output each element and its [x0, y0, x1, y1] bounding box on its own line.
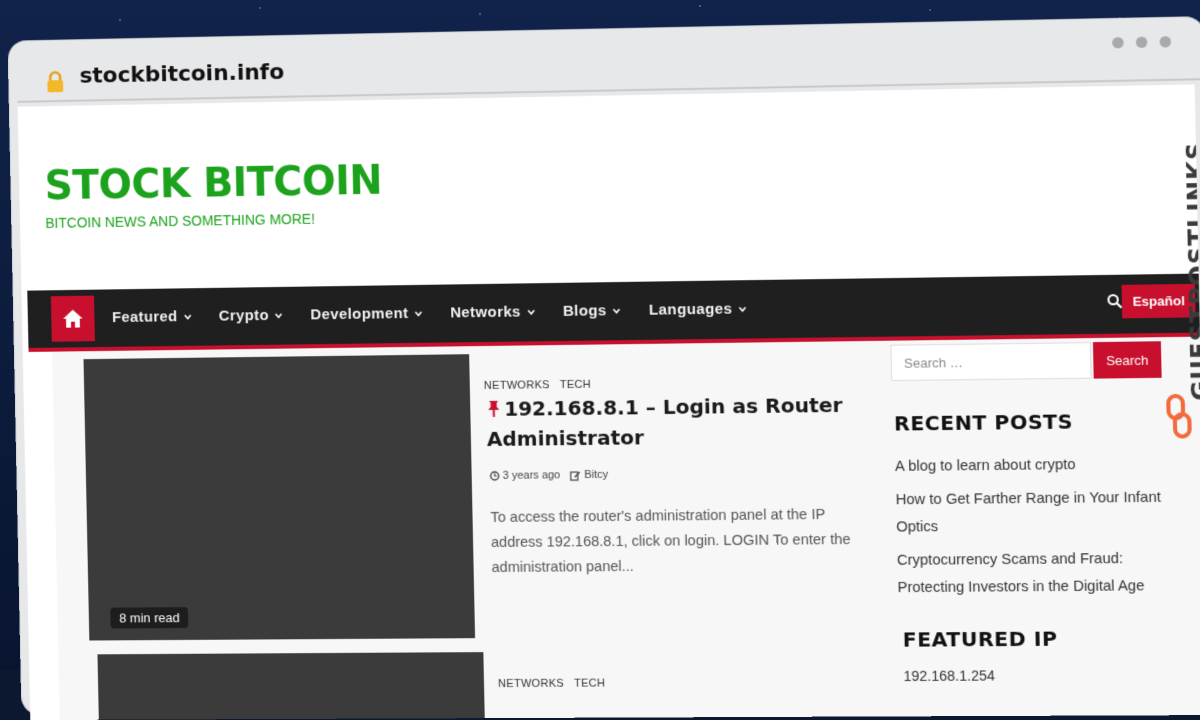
nav-menu: Featured Crypto Development Networks: [112, 300, 747, 326]
pin-icon: [486, 400, 501, 418]
nav-item-networks[interactable]: Networks: [450, 303, 535, 321]
nav-item-label: Networks: [450, 303, 521, 321]
post-author[interactable]: Bitcy: [570, 469, 608, 481]
watermark-text: GUESTPOSTLINKS: [1181, 141, 1200, 401]
nav-item-label: Crypto: [219, 307, 269, 325]
edit-icon: [570, 470, 581, 481]
post-title[interactable]: 192.168.8.1 – Login as Router Administra…: [486, 390, 850, 454]
chevron-down-icon: [275, 311, 283, 319]
nav-item-languages[interactable]: Languages: [649, 300, 747, 318]
recent-posts-list: A blog to learn about crypto How to Get …: [895, 451, 1173, 608]
sidebar-search-input[interactable]: Search …: [890, 342, 1091, 381]
chevron-down-icon: [414, 309, 422, 317]
category-link[interactable]: TECH: [560, 379, 592, 391]
clock-icon: [490, 471, 500, 481]
post-excerpt: To access the router's administration pa…: [490, 503, 864, 581]
site-title[interactable]: STOCK BITCOIN: [44, 158, 382, 209]
chevron-down-icon: [527, 308, 535, 316]
recent-post-link[interactable]: How to Get Farther Range in Your Infant …: [895, 484, 1171, 541]
chain-link-icon: [1164, 394, 1194, 439]
nav-item-development[interactable]: Development: [310, 305, 422, 324]
post-date: 3 years ago: [490, 469, 561, 482]
lock-icon: [44, 70, 66, 92]
browser-chrome: stockbitcoin.info STOCK BITCOIN BITCOIN …: [8, 17, 1200, 714]
home-button[interactable]: [51, 296, 95, 342]
window-dot[interactable]: [1112, 37, 1124, 48]
nav-item-label: Featured: [112, 308, 178, 326]
chevron-down-icon: [738, 305, 746, 313]
window-controls: [1112, 36, 1171, 48]
url-text: stockbitcoin.info: [79, 60, 284, 89]
page-viewport: STOCK BITCOIN BITCOIN NEWS AND SOMETHING…: [18, 84, 1200, 720]
chevron-down-icon: [613, 307, 621, 315]
chevron-down-icon: [183, 313, 191, 321]
featured-ip-title: FEATURED IP: [902, 626, 1057, 651]
recent-post-link[interactable]: Cryptocurrency Scams and Fraud: Protecti…: [897, 545, 1173, 602]
guestpostlinks-watermark: GUESTPOSTLINKS: [1157, 141, 1197, 446]
category-link[interactable]: NETWORKS: [484, 379, 550, 392]
sidebar-search-button[interactable]: Search: [1093, 341, 1162, 378]
nav-item-blogs[interactable]: Blogs: [563, 302, 621, 320]
recent-post-link[interactable]: A blog to learn about crypto: [895, 451, 1170, 481]
recent-posts-title: RECENT POSTS: [894, 409, 1073, 435]
post-title-text: 192.168.8.1 – Login as Router Administra…: [487, 393, 843, 451]
nav-item-crypto[interactable]: Crypto: [219, 307, 283, 325]
nav-item-label: Blogs: [563, 302, 607, 320]
post-date-text: 3 years ago: [503, 469, 561, 482]
home-icon: [62, 309, 84, 329]
post-thumbnail[interactable]: 8 min read: [84, 354, 476, 640]
window-dot[interactable]: [1160, 36, 1172, 47]
search-icon[interactable]: [1106, 293, 1123, 309]
post-thumbnail[interactable]: [97, 652, 485, 720]
post-categories: NETWORKS TECH: [498, 677, 606, 690]
post-author-text: Bitcy: [584, 469, 608, 481]
category-link[interactable]: TECH: [574, 677, 606, 689]
nav-item-label: Languages: [649, 300, 733, 318]
browser-window: stockbitcoin.info STOCK BITCOIN BITCOIN …: [8, 0, 1200, 716]
window-dot[interactable]: [1136, 37, 1148, 48]
site-tagline: BITCOIN NEWS AND SOMETHING MORE!: [45, 211, 315, 231]
read-time-badge: 8 min read: [110, 607, 188, 628]
post-meta: 3 years ago Bitcy: [490, 469, 609, 482]
category-link[interactable]: NETWORKS: [498, 678, 564, 690]
nav-item-label: Development: [310, 305, 408, 323]
nav-item-featured[interactable]: Featured: [112, 308, 192, 326]
post-categories: NETWORKS TECH: [484, 379, 592, 392]
